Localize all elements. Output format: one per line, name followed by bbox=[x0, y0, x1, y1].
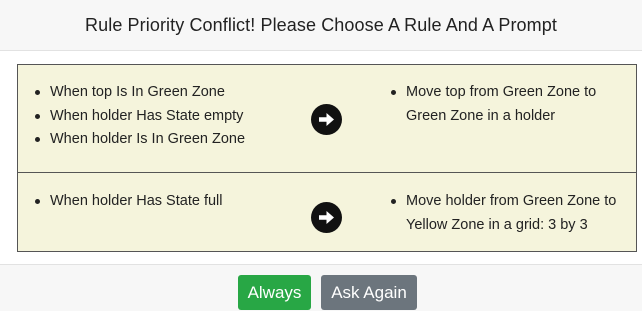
dialog-title: Rule Priority Conflict! Please Choose A … bbox=[85, 14, 557, 35]
rule-option-2[interactable]: When holder Has State full Move holder f… bbox=[18, 173, 636, 251]
always-button[interactable]: Always bbox=[238, 275, 311, 310]
arrow-right-circle-icon bbox=[311, 104, 342, 135]
rule-conditions: When top Is In Green Zone When holder Ha… bbox=[32, 81, 302, 152]
dialog-header: Rule Priority Conflict! Please Choose A … bbox=[0, 0, 642, 51]
rule-condition: When top Is In Green Zone bbox=[32, 81, 302, 105]
rule-option-1[interactable]: When top Is In Green Zone When holder Ha… bbox=[18, 65, 636, 173]
rule-condition: When holder Has State empty bbox=[32, 105, 302, 129]
arrow-right-circle-icon bbox=[311, 202, 342, 233]
rule-prompt: Move holder from Green Zone to Yellow Zo… bbox=[388, 190, 638, 237]
rule-conditions: When holder Has State full bbox=[32, 190, 302, 214]
rule-prompt-text: Move top from Green Zone to Green Zone i… bbox=[388, 81, 638, 128]
rule-prompt: Move top from Green Zone to Green Zone i… bbox=[388, 81, 638, 128]
rule-condition: When holder Has State full bbox=[32, 190, 302, 214]
rule-list: When top Is In Green Zone When holder Ha… bbox=[17, 64, 637, 252]
rule-conflict-dialog: Rule Priority Conflict! Please Choose A … bbox=[0, 0, 642, 311]
rule-condition: When holder Is In Green Zone bbox=[32, 128, 302, 152]
ask-again-button[interactable]: Ask Again bbox=[321, 275, 417, 310]
rule-prompt-text: Move holder from Green Zone to Yellow Zo… bbox=[388, 190, 638, 237]
